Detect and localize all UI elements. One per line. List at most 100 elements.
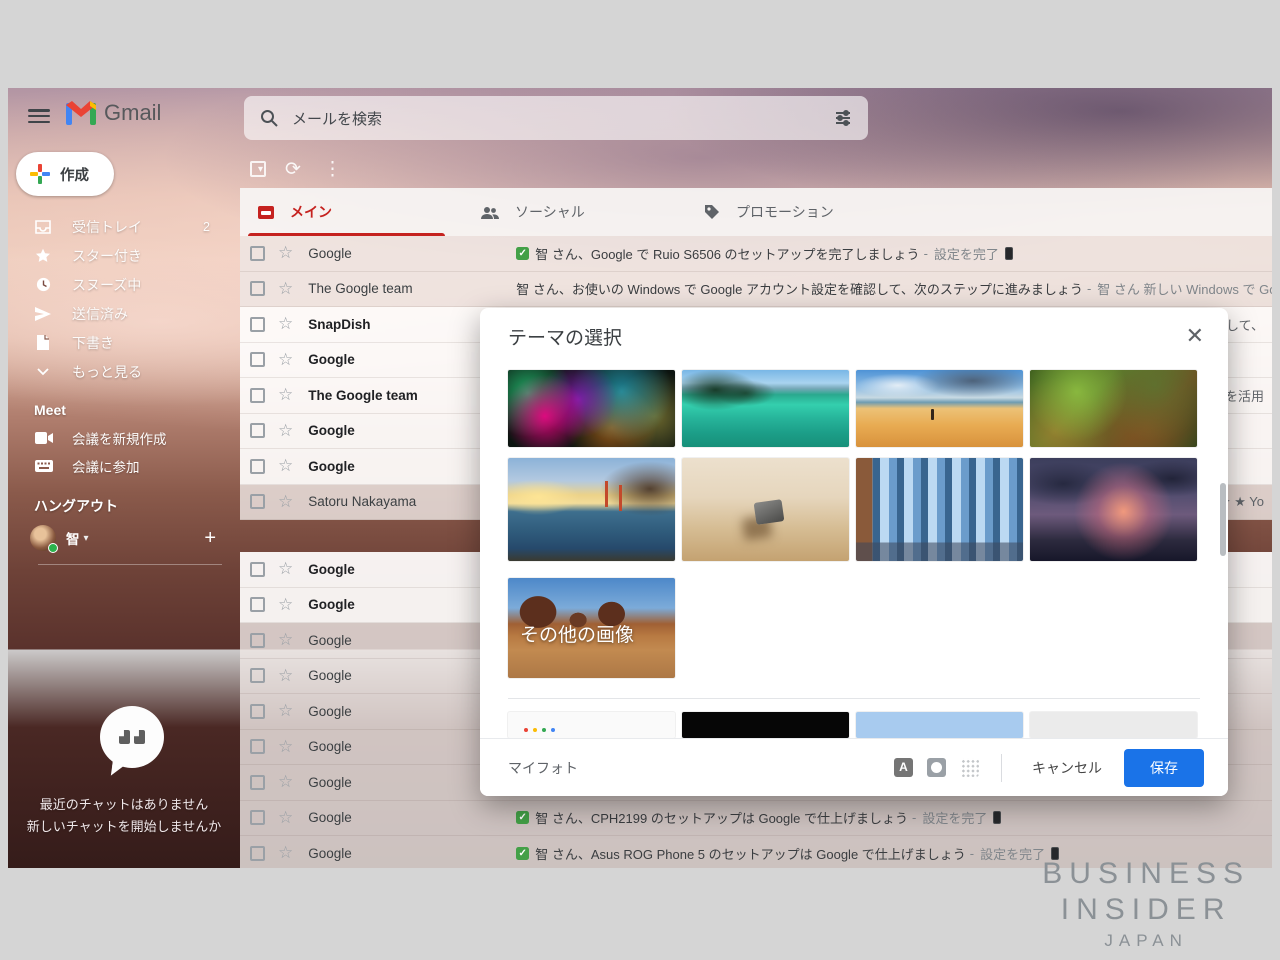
search-filter-icon[interactable] [834, 109, 852, 127]
email-sender: Satoru Nakayama [308, 494, 460, 509]
star-icon[interactable]: ☆ [278, 492, 293, 512]
star-icon[interactable]: ☆ [278, 456, 293, 476]
theme-more-images[interactable]: その他の画像 [508, 578, 675, 678]
theme-aurora-water[interactable] [508, 370, 675, 447]
select-caret-icon[interactable]: ▾ [258, 164, 263, 175]
row-checkbox[interactable] [250, 281, 265, 296]
inbox-tab-icon [258, 206, 274, 219]
star-icon[interactable]: ☆ [278, 737, 293, 757]
email-sender: Google [308, 597, 460, 612]
email-row-1[interactable]: ☆The Google team智 さん、お使いの Windows で Goog… [240, 272, 1272, 308]
close-icon[interactable]: ✕ [1186, 325, 1204, 347]
star-icon[interactable]: ☆ [278, 421, 293, 441]
star-icon[interactable]: ☆ [278, 701, 293, 721]
avatar[interactable] [30, 525, 56, 551]
theme-storm-clouds[interactable] [1030, 458, 1197, 561]
sidebar-item-1[interactable]: スター付き [8, 241, 240, 270]
blur-icon[interactable] [960, 758, 979, 777]
new-chat-button[interactable]: + [204, 527, 240, 550]
row-checkbox[interactable] [250, 494, 265, 509]
row-checkbox[interactable] [250, 668, 265, 683]
theme-beach-walk[interactable] [856, 370, 1023, 447]
meet-item-0[interactable]: 会議を新規作成 [8, 424, 240, 452]
row-checkbox[interactable] [250, 317, 265, 332]
star-icon[interactable]: ☆ [278, 243, 293, 263]
dialog-body: その他の画像 [480, 364, 1228, 738]
phone-icon [993, 811, 1001, 824]
email-sender: Google [308, 633, 460, 648]
row-checkbox[interactable] [250, 775, 265, 790]
email-snippet: ✓智 さん、CPH2199 のセットアップは Google で仕上げましょう-設… [516, 808, 1272, 827]
search-input[interactable]: メールを検索 [292, 108, 834, 129]
compose-button[interactable]: 作成 [16, 152, 114, 196]
meet-item-1[interactable]: 会議に参加 [8, 452, 240, 480]
theme-default-light[interactable] [508, 712, 675, 738]
phone-icon [1005, 247, 1013, 260]
star-icon[interactable]: ☆ [278, 666, 293, 686]
sidebar-item-4[interactable]: 下書き [8, 328, 240, 357]
email-snippet: 智 さん、お使いの Windows で Google アカウント設定を確認して、… [516, 279, 1272, 298]
star-icon[interactable]: ☆ [278, 350, 293, 370]
sidebar-item-5[interactable]: もっと見る [8, 357, 240, 386]
row-checkbox[interactable] [250, 739, 265, 754]
row-checkbox[interactable] [250, 597, 265, 612]
dialog-scrollbar[interactable] [1220, 483, 1226, 556]
tab-label: メイン [290, 202, 332, 222]
theme-city-skyscrapers[interactable] [856, 458, 1023, 561]
star-icon[interactable]: ☆ [278, 385, 293, 405]
compose-label: 作成 [60, 164, 89, 185]
row-checkbox[interactable] [250, 810, 265, 825]
sidebar-item-label: スヌーズ中 [72, 275, 141, 295]
star-icon[interactable]: ☆ [278, 772, 293, 792]
star-icon[interactable]: ☆ [278, 808, 293, 828]
theme-golden-gate-bridge[interactable] [508, 458, 675, 561]
sidebar-item-0[interactable]: 受信トレイ 2 [8, 212, 240, 241]
search-icon[interactable] [260, 109, 278, 127]
search-bar[interactable]: メールを検索 [244, 96, 868, 140]
more-options-icon[interactable]: ⋮ [323, 158, 342, 181]
theme-mossy-forest[interactable] [1030, 370, 1197, 447]
my-photos-link[interactable]: マイフォト [508, 758, 880, 778]
theme-desert-playa-stone[interactable] [682, 458, 849, 561]
theme-light-blue[interactable] [856, 712, 1023, 738]
theme-light-gray[interactable] [1030, 712, 1197, 738]
sidebar-item-2[interactable]: スヌーズ中 [8, 270, 240, 299]
vignette-icon[interactable] [927, 758, 946, 777]
refresh-icon[interactable]: ⟳ [285, 158, 301, 181]
row-checkbox[interactable] [250, 562, 265, 577]
watermark-line1: BUSINESS [1042, 856, 1250, 892]
save-button[interactable]: 保存 [1124, 749, 1204, 787]
email-row-15[interactable]: ☆Google✓智 さん、CPH2199 のセットアップは Google で仕上… [240, 801, 1272, 837]
row-checkbox[interactable] [250, 846, 265, 861]
theme-black[interactable] [682, 712, 849, 738]
sidebar-item-label: 受信トレイ [72, 217, 142, 237]
email-sender: The Google team [308, 388, 460, 403]
row-checkbox[interactable] [250, 352, 265, 367]
row-checkbox[interactable] [250, 704, 265, 719]
email-sender: Google [308, 846, 460, 861]
tab-1[interactable]: ソーシャル [463, 188, 686, 236]
cancel-button[interactable]: キャンセル [1020, 750, 1114, 786]
star-icon[interactable]: ☆ [278, 279, 293, 299]
row-checkbox[interactable] [250, 388, 265, 403]
row-checkbox[interactable] [250, 246, 265, 261]
tab-2[interactable]: プロモーション [686, 188, 909, 236]
email-row-0[interactable]: ☆Google✓智 さん、Google で Ruio S6506 のセットアップ… [240, 236, 1272, 272]
compose-plus-icon [30, 164, 50, 184]
text-background-icon[interactable]: A [894, 758, 913, 777]
star-icon[interactable]: ☆ [278, 314, 293, 334]
theme-lake-tahoe[interactable] [682, 370, 849, 447]
star-icon[interactable]: ☆ [278, 595, 293, 615]
star-icon[interactable]: ☆ [278, 843, 293, 863]
hangouts-user-row[interactable]: 智▾+ [8, 522, 240, 554]
hangouts-section-title: ハングアウト [8, 480, 240, 522]
tab-0[interactable]: メイン [240, 188, 463, 236]
star-icon[interactable]: ☆ [278, 559, 293, 579]
row-checkbox[interactable] [250, 423, 265, 438]
star-icon[interactable]: ☆ [278, 630, 293, 650]
sidebar-item-3[interactable]: 送信済み [8, 299, 240, 328]
row-checkbox[interactable] [250, 633, 265, 648]
video-icon [34, 432, 54, 444]
unread-count: 2 [203, 220, 240, 234]
row-checkbox[interactable] [250, 459, 265, 474]
